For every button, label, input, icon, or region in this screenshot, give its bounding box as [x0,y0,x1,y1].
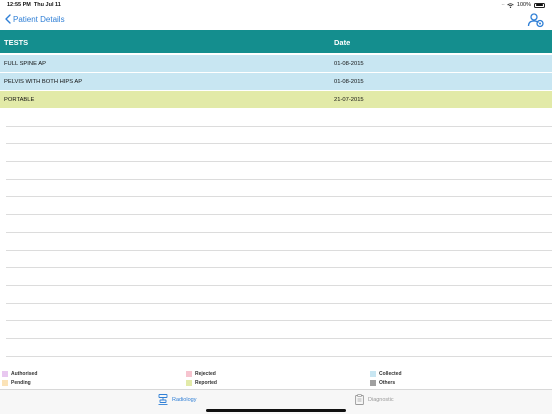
legend-item-pending: Pending [2,380,31,386]
status-legend: Authorised Rejected Collected Pending Re… [0,369,552,389]
row-separator [6,321,552,339]
user-settings-icon[interactable] [527,12,545,28]
back-button[interactable]: Patient Details [5,14,65,24]
table-row[interactable]: PORTABLE 21-07-2015 [0,91,552,109]
row-separator [6,109,552,127]
legend-swatch [186,371,192,377]
tab-label: Diagnostic [368,396,394,403]
legend-item-others: Others [370,380,395,386]
test-date: 21-07-2015 [334,97,364,103]
test-date: 01-08-2015 [334,79,364,85]
tab-label: Radiology [172,396,197,403]
row-separator [6,144,552,163]
status-indicators: ···· 100% [501,2,545,8]
row-separator [6,127,552,145]
legend-swatch [2,380,8,386]
legend-swatch [2,371,8,377]
row-separator [6,304,552,322]
row-separator [6,215,552,233]
row-separator [6,286,552,304]
test-name: PORTABLE [4,97,35,103]
row-separator [6,197,552,216]
tab-radiology[interactable]: Radiology [158,394,196,405]
legend-swatch [186,380,192,386]
legend-swatch [370,380,376,386]
nav-bar: Patient Details [0,10,552,30]
table-row[interactable]: PELVIS WITH BOTH HIPS AP 01-08-2015 [0,73,552,91]
table-header: TESTS Date [0,30,552,53]
battery-percent: 100% [516,2,531,8]
column-header-tests: TESTS [4,38,29,47]
row-separator [6,268,552,286]
row-separator [6,233,552,251]
legend-item-authorised: Authorised [2,371,37,377]
legend-item-reported: Reported [186,380,217,386]
radiology-icon [158,394,168,405]
back-label: Patient Details [13,14,65,24]
row-separator [6,162,552,180]
legend-swatch [370,371,376,377]
legend-item-collected: Collected [370,371,402,377]
test-list: FULL SPINE AP 01-08-2015 PELVIS WITH BOT… [0,55,552,109]
tab-bar: Radiology Diagnostic [0,389,552,414]
home-indicator[interactable] [206,409,346,412]
empty-list-area [6,109,552,357]
column-header-date: Date [334,38,351,47]
row-separator [6,251,552,269]
battery-icon [534,2,545,8]
row-separator [6,180,552,198]
row-separator [6,339,552,357]
status-time: 12:55 PM Thu Jul 11 [7,2,61,8]
legend-item-rejected: Rejected [186,371,216,377]
clipboard-icon [355,394,364,405]
wifi-icon [507,2,514,8]
test-date: 01-08-2015 [334,61,364,67]
table-row[interactable]: FULL SPINE AP 01-08-2015 [0,55,552,73]
chevron-left-icon [5,14,11,24]
test-name: PELVIS WITH BOTH HIPS AP [4,79,83,85]
test-name: FULL SPINE AP [4,61,46,67]
tab-diagnostic[interactable]: Diagnostic [355,394,394,405]
signal-icon: ···· [501,2,505,8]
status-bar: 12:55 PM Thu Jul 11 ···· 100% [0,0,552,10]
